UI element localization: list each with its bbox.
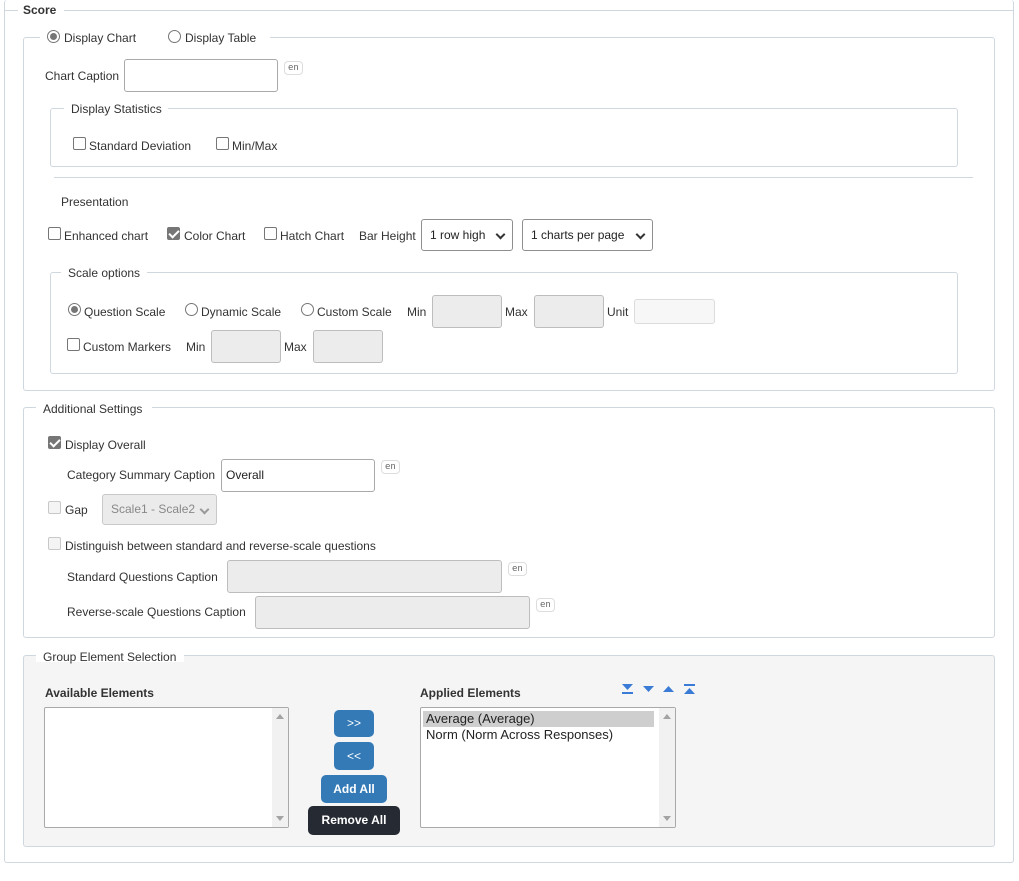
scale-options-box bbox=[50, 272, 958, 374]
gap-label: Gap bbox=[65, 503, 88, 517]
applied-elements-list[interactable]: Average (Average) Norm (Norm Across Resp… bbox=[420, 707, 676, 828]
move-to-top-icon[interactable] bbox=[683, 683, 696, 695]
scroll-up-icon[interactable] bbox=[663, 714, 671, 719]
display-statistics-box bbox=[50, 108, 958, 167]
reverse-caption-label: Reverse-scale Questions Caption bbox=[67, 605, 246, 619]
enhanced-chart-checkbox[interactable] bbox=[48, 227, 61, 240]
charts-per-page-select[interactable]: 1 charts per page bbox=[522, 219, 653, 251]
custom-markers-label[interactable]: Custom Markers bbox=[83, 340, 171, 354]
group-selection-legend: Group Element Selection bbox=[43, 650, 177, 664]
display-statistics-legend: Display Statistics bbox=[71, 102, 162, 116]
chevron-down-icon bbox=[495, 229, 506, 240]
scrollbar[interactable] bbox=[659, 708, 675, 827]
scale-options-legend: Scale options bbox=[68, 266, 141, 280]
question-scale-label[interactable]: Question Scale bbox=[84, 305, 165, 319]
minmax-checkbox[interactable] bbox=[216, 137, 229, 150]
score-top-border-right bbox=[64, 10, 1014, 11]
presentation-label: Presentation bbox=[61, 195, 129, 209]
remove-all-button[interactable]: Remove All bbox=[308, 806, 400, 835]
applied-elements-label: Applied Elements bbox=[420, 686, 521, 700]
move-up-icon[interactable] bbox=[662, 684, 675, 694]
chart-caption-input[interactable] bbox=[124, 59, 278, 92]
markers-max-label: Max bbox=[284, 340, 307, 354]
additional-settings-legend: Additional Settings bbox=[43, 402, 143, 416]
std-dev-label[interactable]: Standard Deviation bbox=[89, 139, 191, 153]
display-chart-label[interactable]: Display Chart bbox=[64, 31, 136, 45]
display-chart-radio[interactable] bbox=[47, 30, 60, 43]
std-dev-checkbox[interactable] bbox=[73, 137, 86, 150]
custom-markers-checkbox[interactable] bbox=[67, 338, 80, 351]
score-legend: Score bbox=[23, 3, 57, 17]
remove-button[interactable]: << bbox=[334, 742, 374, 770]
category-summary-label: Category Summary Caption bbox=[67, 468, 216, 482]
available-elements-list[interactable] bbox=[44, 707, 289, 828]
distinguish-checkbox[interactable] bbox=[48, 537, 61, 550]
add-button[interactable]: >> bbox=[334, 710, 374, 737]
chart-caption-label: Chart Caption bbox=[45, 69, 120, 83]
reverse-caption-lang-tag[interactable]: en bbox=[536, 598, 555, 612]
markers-min-input[interactable] bbox=[211, 330, 281, 363]
custom-scale-radio[interactable] bbox=[301, 303, 314, 316]
scroll-down-icon[interactable] bbox=[276, 816, 284, 821]
dynamic-scale-label[interactable]: Dynamic Scale bbox=[201, 305, 281, 319]
hatch-chart-checkbox[interactable] bbox=[264, 227, 277, 240]
presentation-divider bbox=[54, 177, 973, 178]
bar-height-value: 1 row high bbox=[430, 228, 486, 242]
gap-select-value: Scale1 - Scale2 bbox=[111, 502, 196, 516]
reverse-caption-input[interactable] bbox=[255, 596, 530, 629]
standard-caption-lang-tag[interactable]: en bbox=[508, 562, 527, 576]
category-summary-lang-tag[interactable]: en bbox=[381, 460, 400, 474]
scale-min-label: Min bbox=[407, 305, 427, 319]
display-table-radio[interactable] bbox=[168, 30, 181, 43]
dynamic-scale-radio[interactable] bbox=[185, 303, 198, 316]
scale-unit-label: Unit bbox=[607, 305, 629, 319]
scrollbar[interactable] bbox=[272, 708, 288, 827]
hatch-chart-label[interactable]: Hatch Chart bbox=[280, 229, 344, 243]
score-top-border-left bbox=[4, 10, 18, 11]
scale-max-input[interactable] bbox=[534, 295, 604, 328]
display-overall-label[interactable]: Display Overall bbox=[65, 438, 146, 452]
display-overall-checkbox[interactable] bbox=[48, 436, 61, 449]
scale-min-input[interactable] bbox=[432, 295, 502, 328]
bar-height-label: Bar Height bbox=[359, 229, 416, 243]
list-item[interactable]: Average (Average) bbox=[423, 711, 654, 727]
minmax-label[interactable]: Min/Max bbox=[232, 139, 277, 153]
move-down-icon[interactable] bbox=[642, 684, 655, 694]
display-table-label[interactable]: Display Table bbox=[185, 31, 256, 45]
standard-caption-input[interactable] bbox=[227, 560, 502, 593]
available-elements-label: Available Elements bbox=[45, 686, 154, 700]
bar-height-select[interactable]: 1 row high bbox=[421, 219, 513, 251]
custom-scale-label[interactable]: Custom Scale bbox=[317, 305, 392, 319]
chart-caption-lang-tag[interactable]: en bbox=[284, 61, 303, 75]
list-item[interactable]: Norm (Norm Across Responses) bbox=[423, 727, 675, 743]
chevron-down-icon bbox=[199, 504, 210, 515]
distinguish-label[interactable]: Distinguish between standard and reverse… bbox=[65, 539, 376, 553]
move-to-bottom-icon[interactable] bbox=[621, 683, 634, 695]
question-scale-radio[interactable] bbox=[68, 303, 81, 316]
enhanced-chart-label[interactable]: Enhanced chart bbox=[64, 229, 148, 243]
markers-max-input[interactable] bbox=[313, 330, 383, 363]
color-chart-label[interactable]: Color Chart bbox=[184, 229, 245, 243]
standard-caption-label: Standard Questions Caption bbox=[67, 570, 218, 584]
gap-checkbox[interactable] bbox=[48, 501, 61, 514]
charts-per-page-value: 1 charts per page bbox=[531, 228, 625, 242]
add-all-button[interactable]: Add All bbox=[321, 775, 387, 803]
category-summary-input[interactable]: Overall bbox=[221, 459, 375, 492]
gap-select[interactable]: Scale1 - Scale2 bbox=[102, 494, 217, 525]
scale-unit-input[interactable] bbox=[634, 299, 715, 324]
scroll-down-icon[interactable] bbox=[663, 816, 671, 821]
markers-min-label: Min bbox=[186, 340, 206, 354]
color-chart-checkbox[interactable] bbox=[167, 227, 180, 240]
chevron-down-icon bbox=[635, 229, 646, 240]
scroll-up-icon[interactable] bbox=[276, 714, 284, 719]
scale-max-label: Max bbox=[505, 305, 528, 319]
